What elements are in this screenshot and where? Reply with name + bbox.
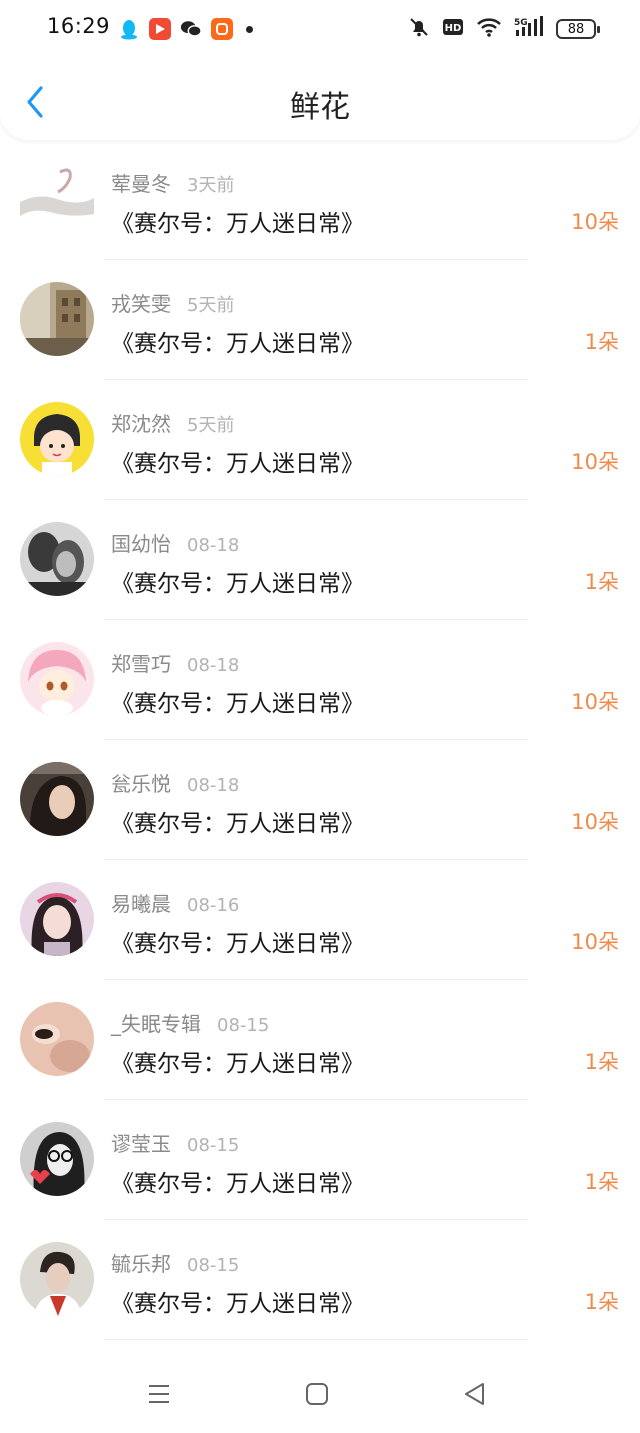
back-triangle-icon: [465, 1383, 484, 1405]
penguin-icon: [118, 18, 140, 40]
book-title: 《赛尔号：万人迷日常》: [111, 1171, 364, 1197]
date: 08-18: [187, 775, 240, 796]
battery-indicator: 88: [556, 19, 600, 39]
avatar: [20, 1122, 94, 1196]
system-nav-bar: [0, 1350, 640, 1433]
flower-count: 10朵: [571, 450, 619, 474]
avatar: [20, 282, 94, 356]
date: 08-15: [187, 1255, 240, 1276]
date: 08-18: [187, 535, 240, 556]
avatar: [20, 1242, 94, 1316]
hd-icon: HD: [442, 18, 464, 40]
list-item[interactable]: 易曦晨 08-16 《赛尔号：万人迷日常》 10朵: [0, 860, 640, 980]
menu-button[interactable]: [144, 1380, 174, 1408]
svg-text:5G: 5G: [514, 18, 528, 28]
status-time: 16:29: [47, 14, 111, 38]
book-title: 《赛尔号：万人迷日常》: [111, 451, 364, 477]
date: 08-18: [187, 655, 240, 676]
flower-count: 10朵: [571, 690, 619, 714]
flower-count: 1朵: [584, 1050, 619, 1074]
video-play-icon: [149, 18, 171, 40]
notification-icons: [118, 17, 253, 41]
list-item[interactable]: 郑沈然 5天前 《赛尔号：万人迷日常》 10朵: [0, 380, 640, 500]
user-name: 郑雪巧 08-18: [111, 652, 240, 676]
flower-count: 10朵: [571, 810, 619, 834]
book-title: 《赛尔号：万人迷日常》: [111, 1051, 364, 1077]
flower-list: 荤曼冬 3天前 《赛尔号：万人迷日常》 10朵 戎笑雯 5天前 《赛尔号：万人迷日常…: [0, 140, 640, 1340]
user-name: 戎笑雯 5天前: [111, 292, 235, 316]
list-item[interactable]: 毓乐邦 08-15 《赛尔号：万人迷日常》 1朵: [0, 1220, 640, 1340]
avatar: [20, 882, 94, 956]
page-title: 鲜花: [290, 90, 350, 125]
flower-count: 1朵: [584, 330, 619, 354]
book-title: 《赛尔号：万人迷日常》: [111, 571, 364, 597]
date: 08-16: [187, 895, 240, 916]
home-button[interactable]: [302, 1380, 332, 1408]
list-item[interactable]: 荤曼冬 3天前 《赛尔号：万人迷日常》 10朵: [0, 140, 640, 260]
flower-count: 10朵: [571, 930, 619, 954]
list-item[interactable]: 瓮乐悦 08-18 《赛尔号：万人迷日常》 10朵: [0, 740, 640, 860]
list-item[interactable]: 国幼怡 08-18 《赛尔号：万人迷日常》 1朵: [0, 500, 640, 620]
wifi-icon: [476, 16, 502, 42]
user-name: 毓乐邦 08-15: [111, 1252, 240, 1276]
home-square-icon: [306, 1383, 328, 1405]
book-title: 《赛尔号：万人迷日常》: [111, 811, 364, 837]
book-title: 《赛尔号：万人迷日常》: [111, 211, 364, 237]
list-item[interactable]: 郑雪巧 08-18 《赛尔号：万人迷日常》 10朵: [0, 620, 640, 740]
list-item[interactable]: 戎笑雯 5天前 《赛尔号：万人迷日常》 1朵: [0, 260, 640, 380]
back-nav-button[interactable]: [460, 1380, 490, 1408]
book-title: 《赛尔号：万人迷日常》: [111, 691, 364, 717]
date: 08-15: [217, 1015, 270, 1036]
avatar: [20, 162, 94, 236]
taobao-icon: [211, 18, 233, 40]
flower-count: 1朵: [584, 1170, 619, 1194]
page-header: 鲜花: [0, 58, 640, 140]
book-title: 《赛尔号：万人迷日常》: [111, 931, 364, 957]
avatar: [20, 762, 94, 836]
book-title: 《赛尔号：万人迷日常》: [111, 331, 364, 357]
user-name: 郑沈然 5天前: [111, 412, 235, 436]
flower-count: 10朵: [571, 210, 619, 234]
user-name: 谬莹玉 08-15: [111, 1132, 240, 1156]
svg-text:HD: HD: [445, 23, 462, 34]
flower-count: 1朵: [584, 570, 619, 594]
more-notifications-dot: [246, 25, 253, 33]
book-title: 《赛尔号：万人迷日常》: [111, 1291, 364, 1317]
wechat-icon: [180, 18, 202, 40]
divider: [104, 1339, 528, 1340]
date: 08-15: [187, 1135, 240, 1156]
menu-icon: [149, 1385, 169, 1403]
user-name: 荤曼冬 3天前: [111, 172, 235, 196]
user-name: 瓮乐悦 08-18: [111, 772, 240, 796]
signal-5g-icon: 5G: [514, 16, 544, 42]
date: 3天前: [187, 175, 235, 196]
list-item[interactable]: _失眠专辑 08-15 《赛尔号：万人迷日常》 1朵: [0, 980, 640, 1100]
system-icons: HD 5G 88: [408, 15, 600, 43]
avatar: [20, 642, 94, 716]
avatar: [20, 522, 94, 596]
date: 5天前: [187, 295, 235, 316]
list-item[interactable]: 谬莹玉 08-15 《赛尔号：万人迷日常》 1朵: [0, 1100, 640, 1220]
avatar: [20, 402, 94, 476]
date: 5天前: [187, 415, 235, 436]
mute-bell-icon: [408, 16, 430, 42]
user-name: 易曦晨 08-16: [111, 892, 240, 916]
avatar: [20, 1002, 94, 1076]
flower-count: 1朵: [584, 1290, 619, 1314]
status-bar: 16:29 HD 5G 88: [0, 0, 640, 58]
user-name: _失眠专辑 08-15: [111, 1012, 270, 1036]
user-name: 国幼怡 08-18: [111, 532, 240, 556]
